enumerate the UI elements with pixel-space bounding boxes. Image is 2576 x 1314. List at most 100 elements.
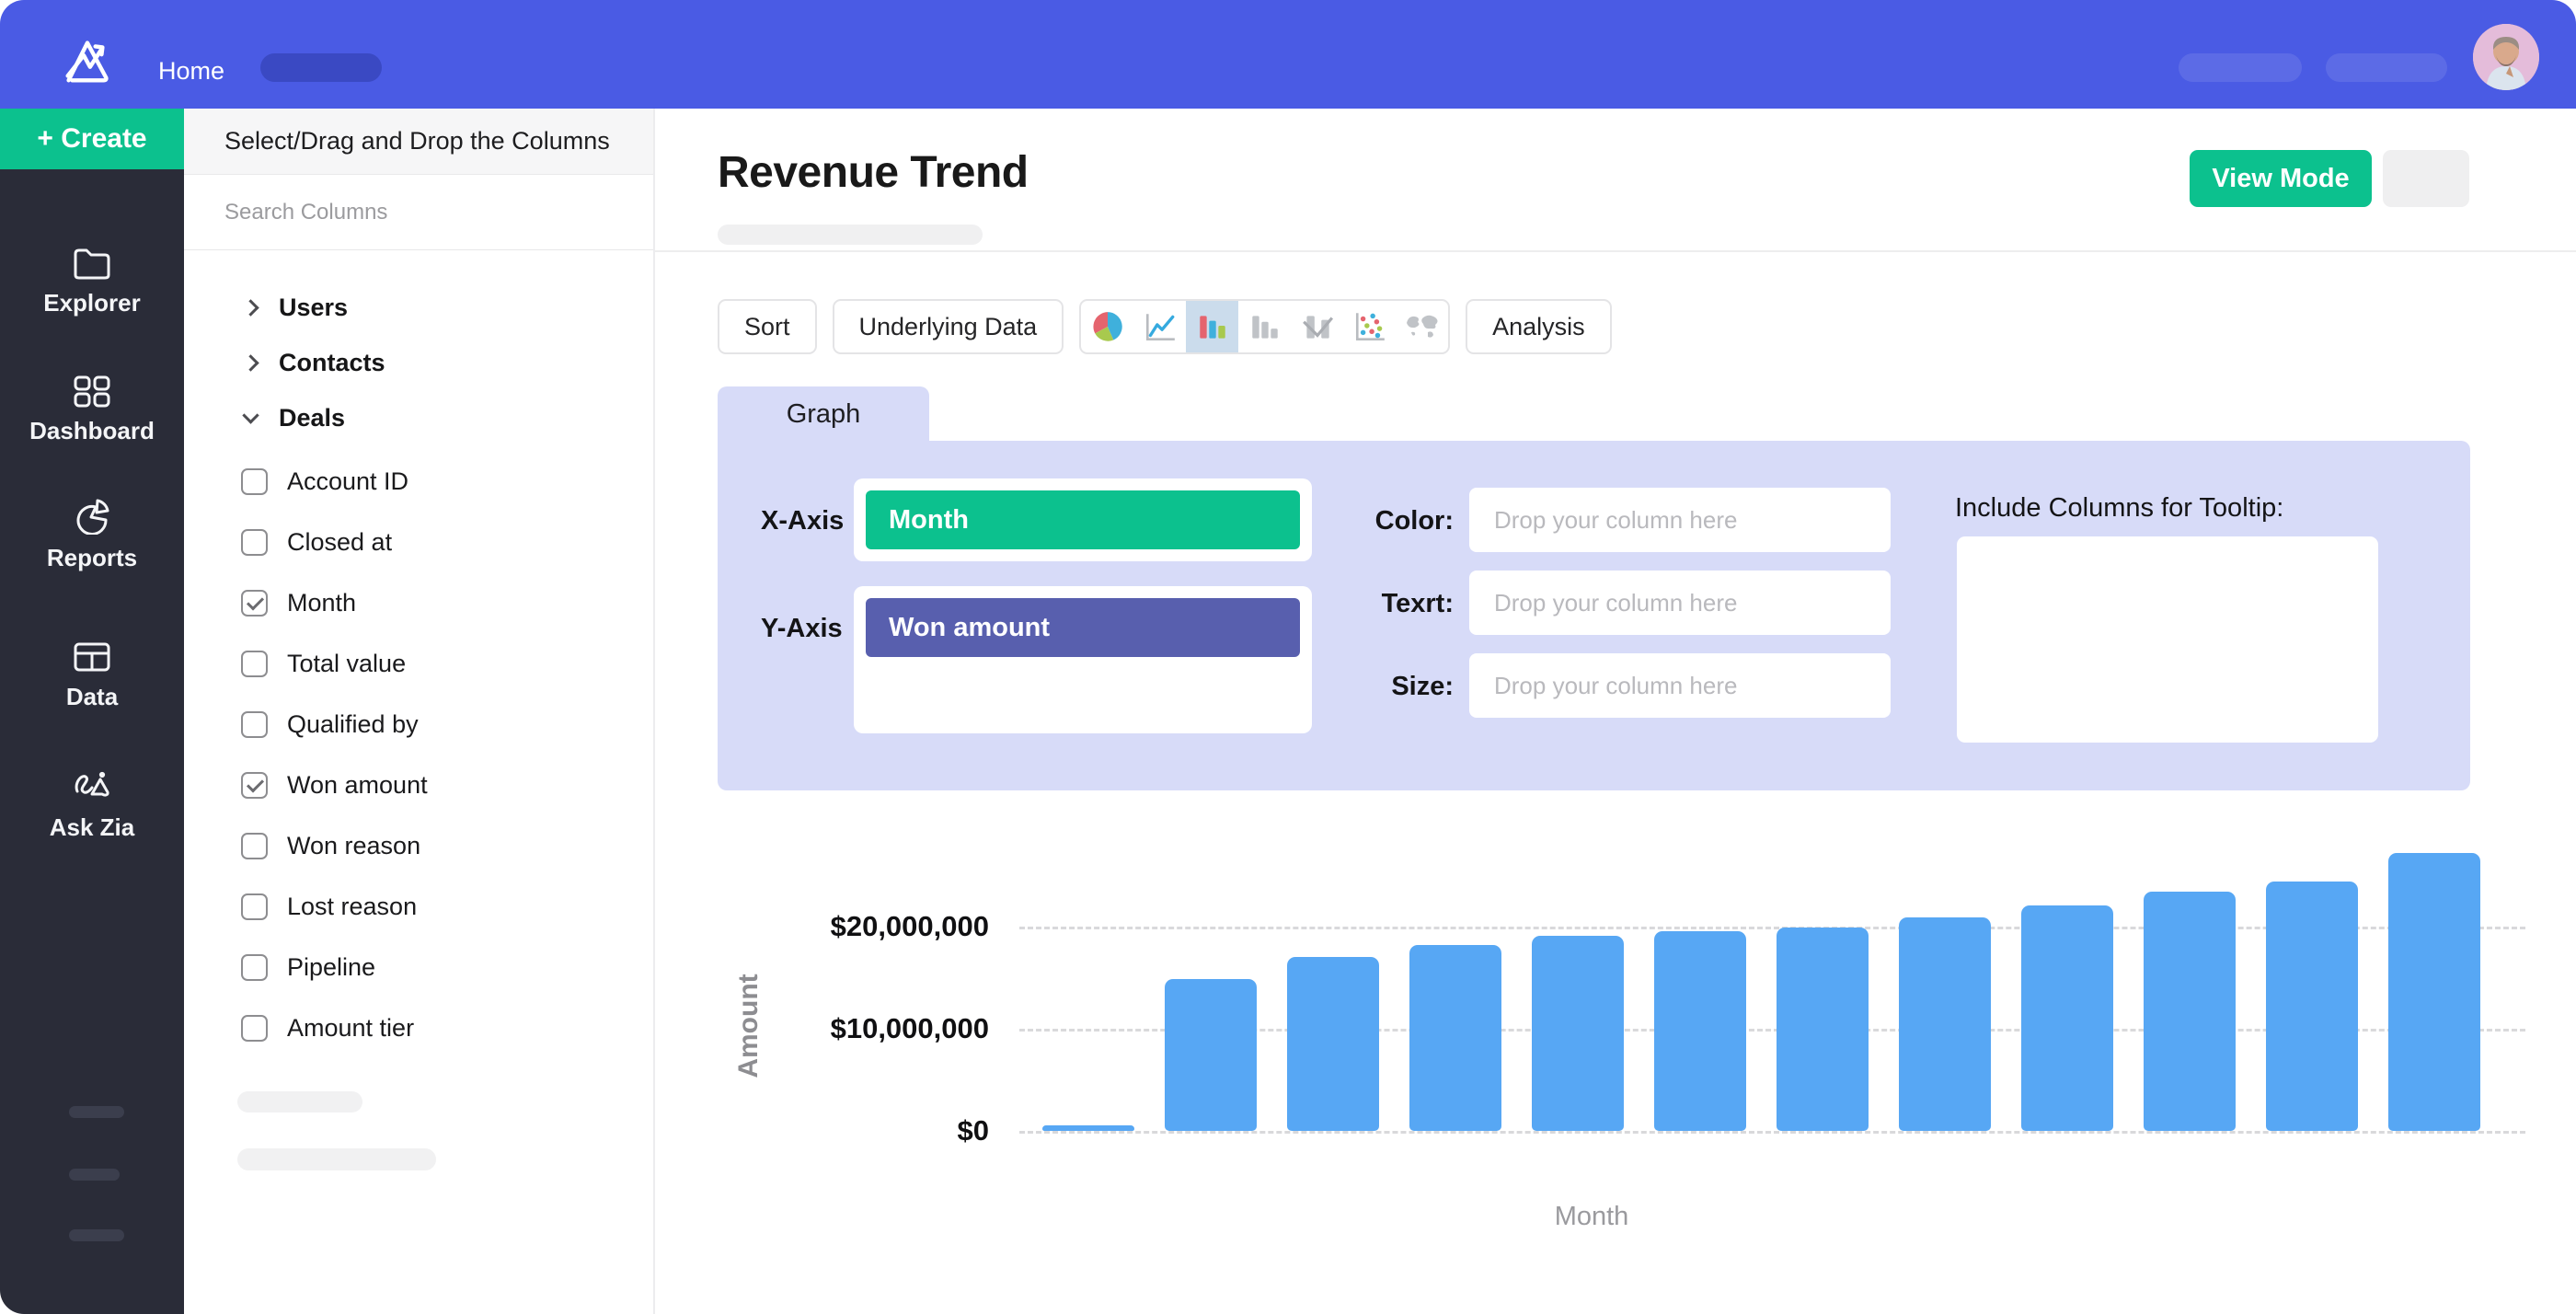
bar-chart-type-icon[interactable] <box>1186 301 1238 352</box>
bar[interactable] <box>1165 979 1257 1131</box>
graph-tab[interactable]: Graph <box>718 386 929 442</box>
text-drop-label: Texrt: <box>1297 589 1454 619</box>
report-toolbar: Sort Underlying Data <box>718 299 1612 354</box>
dashboard-grid-icon <box>73 375 111 408</box>
column-label: Closed at <box>287 528 392 557</box>
y-axis-column-chip[interactable]: Won amount <box>866 598 1300 657</box>
nav-placeholder-pill <box>2326 53 2447 82</box>
map-chart-type-icon[interactable] <box>1396 301 1448 352</box>
y-tick-label: $20,000,000 <box>756 910 989 943</box>
column-checkbox-item[interactable]: Amount tier <box>184 997 653 1058</box>
gridline <box>1019 1131 2525 1134</box>
bar[interactable] <box>1654 931 1746 1131</box>
checkbox-unchecked-icon[interactable] <box>241 651 268 677</box>
bar-descending-chart-type-icon[interactable] <box>1238 301 1291 352</box>
search-columns-input[interactable] <box>224 200 592 225</box>
bar[interactable] <box>1409 945 1501 1131</box>
column-label: Won reason <box>287 832 420 860</box>
zia-signature-icon <box>70 769 114 804</box>
sidebar-item-explorer[interactable]: Explorer <box>0 247 184 317</box>
size-dropzone[interactable]: Drop your column here <box>1469 653 1891 718</box>
line-chart-type-icon[interactable] <box>1133 301 1186 352</box>
sidebar-item-ask-zia[interactable]: Ask Zia <box>0 769 184 842</box>
x-axis-dropzone[interactable]: Month <box>854 478 1312 561</box>
sidebar-placeholder <box>69 1229 124 1241</box>
column-label: Lost reason <box>287 893 417 921</box>
checkbox-checked-icon[interactable] <box>241 590 268 617</box>
sidebar-item-reports[interactable]: Reports <box>0 498 184 572</box>
create-button[interactable]: + Create <box>0 109 184 169</box>
checkbox-checked-icon[interactable] <box>241 772 268 799</box>
checkbox-unchecked-icon[interactable] <box>241 1015 268 1042</box>
bar[interactable] <box>1899 917 1991 1131</box>
scatter-chart-type-icon[interactable] <box>1343 301 1396 352</box>
x-axis-column-chip[interactable]: Month <box>866 490 1300 549</box>
tree-node-contacts[interactable]: Contacts <box>184 335 653 390</box>
nav-home-link[interactable]: Home <box>158 57 224 86</box>
columns-search <box>184 175 653 250</box>
column-label: Month <box>287 589 356 617</box>
y-axis-dropzone[interactable]: Won amount <box>854 586 1312 733</box>
columns-placeholder <box>237 1091 362 1112</box>
tooltip-columns-heading: Include Columns for Tooltip: <box>1955 493 2283 524</box>
y-tick-label: $10,000,000 <box>756 1012 989 1045</box>
text-dropzone[interactable]: Drop your column here <box>1469 571 1891 635</box>
checkbox-unchecked-icon[interactable] <box>241 833 268 859</box>
column-checkbox-item[interactable]: Won amount <box>184 755 653 815</box>
column-label: Pipeline <box>287 953 375 982</box>
chevron-right-icon <box>242 299 259 316</box>
nav-placeholder-pill <box>260 53 382 82</box>
column-checkbox-item[interactable]: Lost reason <box>184 876 653 937</box>
bar[interactable] <box>1042 1125 1134 1131</box>
column-checkbox-item[interactable]: Won reason <box>184 815 653 876</box>
columns-tree: Users Contacts Deals <box>184 280 653 445</box>
column-checkbox-item[interactable]: Closed at <box>184 512 653 572</box>
checkbox-unchecked-icon[interactable] <box>241 529 268 556</box>
bar[interactable] <box>2144 892 2236 1131</box>
sidebar-placeholder <box>69 1106 124 1118</box>
pie-chart-type-icon[interactable] <box>1081 301 1133 352</box>
x-axis-title: Month <box>1500 1202 1684 1232</box>
bar[interactable] <box>1287 957 1379 1131</box>
checkbox-unchecked-icon[interactable] <box>241 711 268 738</box>
header-placeholder-button[interactable] <box>2383 150 2469 207</box>
bar-line-combo-chart-type-icon[interactable] <box>1291 301 1343 352</box>
analysis-button[interactable]: Analysis <box>1466 299 1612 354</box>
bar[interactable] <box>2266 882 2358 1131</box>
tooltip-columns-dropzone[interactable] <box>1957 536 2378 743</box>
subtitle-placeholder <box>718 225 983 245</box>
sidebar-item-data[interactable]: Data <box>0 640 184 711</box>
underlying-data-button[interactable]: Underlying Data <box>833 299 1064 354</box>
tree-node-users[interactable]: Users <box>184 280 653 335</box>
data-table-icon <box>73 640 111 674</box>
checkbox-unchecked-icon[interactable] <box>241 468 268 495</box>
color-dropzone[interactable]: Drop your column here <box>1469 488 1891 552</box>
view-mode-button[interactable]: View Mode <box>2190 150 2372 207</box>
y-axis-title: Amount <box>733 943 770 1109</box>
column-checkbox-item[interactable]: Total value <box>184 633 653 694</box>
bar[interactable] <box>1532 936 1624 1131</box>
column-label: Total value <box>287 650 406 678</box>
column-checkbox-item[interactable]: Month <box>184 572 653 633</box>
columns-panel: Select/Drag and Drop the Columns Users C… <box>184 109 655 1314</box>
nav-placeholder-pill <box>2179 53 2302 82</box>
app-window: Home + Create Explorer <box>0 0 2576 1314</box>
page-title: Revenue Trend <box>718 147 1029 198</box>
chart-type-switcher <box>1079 299 1450 354</box>
column-checkbox-item[interactable]: Account ID <box>184 451 653 512</box>
color-drop-label: Color: <box>1297 506 1454 536</box>
tree-node-deals[interactable]: Deals <box>184 390 653 445</box>
user-avatar[interactable] <box>2473 24 2539 90</box>
bar[interactable] <box>1777 928 1869 1131</box>
checkbox-unchecked-icon[interactable] <box>241 954 268 981</box>
analytics-logo-icon[interactable] <box>57 31 114 88</box>
checkbox-unchecked-icon[interactable] <box>241 893 268 920</box>
divider <box>655 250 2576 252</box>
bar[interactable] <box>2388 853 2480 1131</box>
bar[interactable] <box>2021 905 2113 1131</box>
column-checkbox-item[interactable]: Qualified by <box>184 694 653 755</box>
sidebar-item-dashboard[interactable]: Dashboard <box>0 375 184 445</box>
sort-button[interactable]: Sort <box>718 299 817 354</box>
column-checkbox-item[interactable]: Pipeline <box>184 937 653 997</box>
y-axis-label: Y-Axis <box>761 614 843 644</box>
